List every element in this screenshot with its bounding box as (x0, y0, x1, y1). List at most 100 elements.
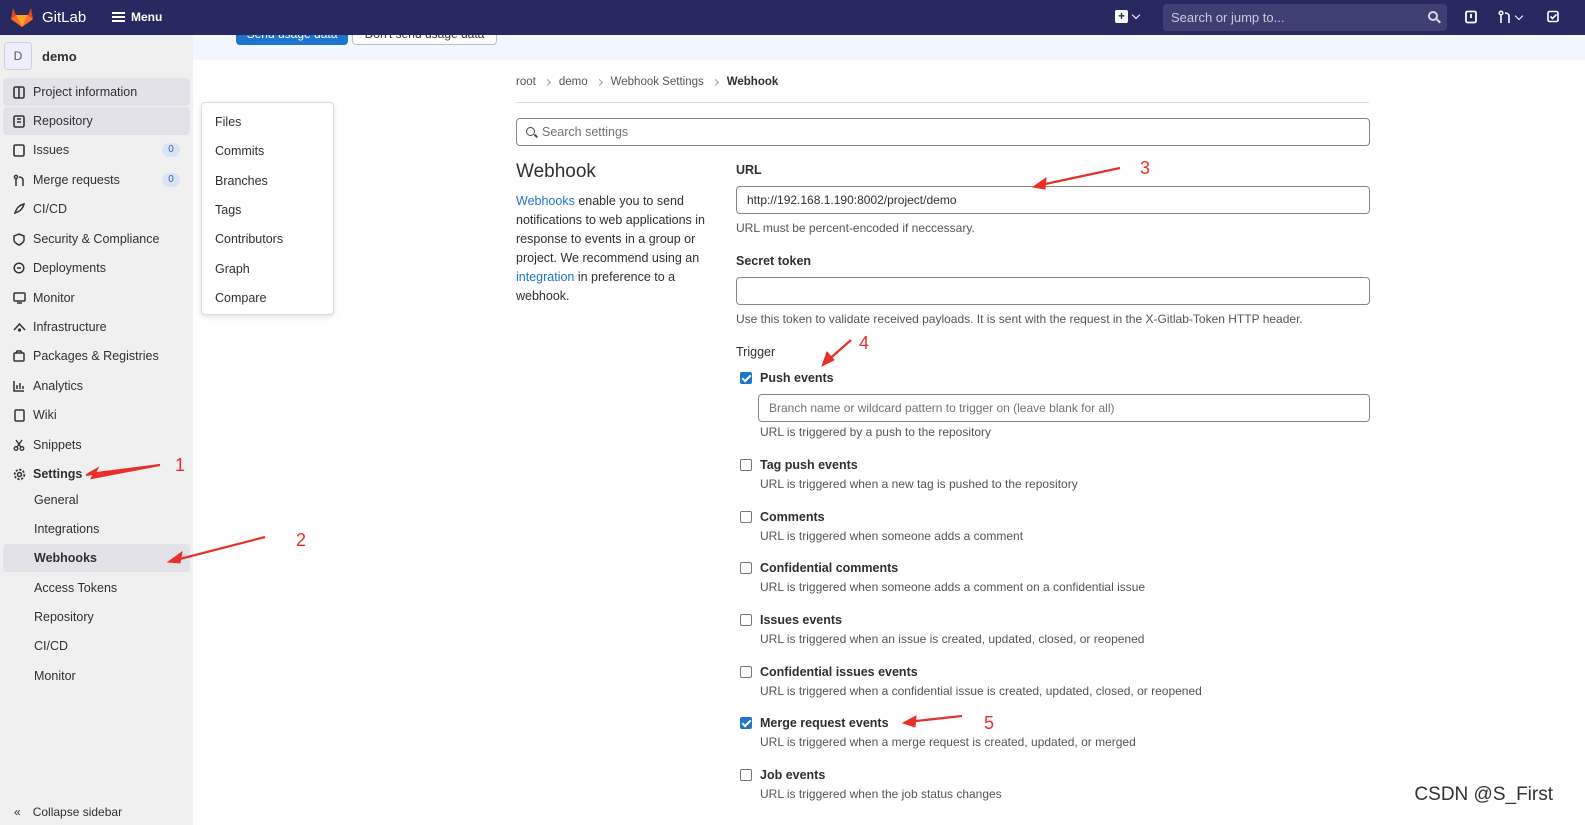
global-search-input[interactable]: Search or jump to... (1163, 4, 1447, 31)
sidebar-item-deployments[interactable]: Deployments (3, 254, 190, 282)
sidebar-item-snippets[interactable]: Snippets (3, 431, 190, 459)
search-icon (526, 127, 535, 136)
sidebar-subitem-integrations[interactable]: Integrations (3, 515, 190, 543)
send-usage-data-button[interactable]: Send usage data (236, 35, 348, 45)
chevron-down-icon (1514, 11, 1524, 20)
sidebar-item-project-information[interactable]: Project information (3, 78, 190, 106)
gitlab-brand[interactable]: GitLab (42, 9, 86, 26)
sidebar-item-analytics[interactable]: Analytics (3, 372, 190, 400)
trigger-tag-push-events[interactable]: Tag push events (740, 458, 858, 472)
sidebar-item-label: Merge requests (33, 173, 120, 187)
issues-count-badge: 0 (162, 143, 180, 157)
sidebar-item-label: Project information (33, 85, 138, 99)
sidebar-project-header[interactable]: D demo (4, 42, 77, 70)
flyout-item-graph[interactable]: Graph (202, 254, 333, 283)
menu-label: Menu (131, 10, 163, 24)
flyout-item-branches[interactable]: Branches (202, 166, 333, 195)
chevron-down-icon (1131, 10, 1141, 20)
trigger-push-events[interactable]: Push events (740, 371, 834, 385)
monitor-icon (12, 291, 26, 305)
new-dropdown-button[interactable]: + (1115, 10, 1141, 23)
annotation-number-3: 3 (1140, 158, 1151, 178)
top-navbar: GitLab Menu + Search or jump to... (0, 0, 1585, 35)
issues-events-checkbox[interactable] (740, 614, 752, 626)
todos-nav-button[interactable] (1547, 10, 1560, 23)
breadcrumb-webhook[interactable]: Webhook (727, 76, 779, 88)
gear-icon (12, 467, 26, 481)
comments-checkbox[interactable] (740, 511, 752, 523)
package-icon (12, 349, 26, 363)
secret-token-help-text: Use this token to validate received payl… (736, 312, 1303, 326)
collapse-sidebar-label: Collapse sidebar (32, 805, 123, 819)
sidebar-subitem-monitor[interactable]: Monitor (3, 662, 190, 690)
sidebar-item-merge-requests[interactable]: Merge requests 0 (3, 166, 190, 194)
sidebar-subitem-general[interactable]: General (3, 486, 190, 514)
trigger-label-text: Confidential issues events (760, 665, 918, 679)
search-icon (1428, 11, 1438, 21)
sidebar-item-label: Security & Compliance (33, 232, 160, 246)
sidebar-item-label: Deployments (33, 261, 106, 275)
double-chevron-left-icon: « (14, 805, 21, 819)
flyout-item-tags[interactable]: Tags (202, 195, 333, 224)
breadcrumb-demo[interactable]: demo (559, 76, 588, 88)
dont-send-usage-data-button[interactable]: Don't send usage data (352, 35, 497, 45)
gitlab-logo-icon[interactable] (10, 6, 34, 28)
breadcrumb: root demo Webhook Settings Webhook (516, 76, 778, 88)
confidential-comments-checkbox[interactable] (740, 562, 752, 574)
breadcrumb-webhook-settings[interactable]: Webhook Settings (611, 76, 704, 88)
trigger-help-text: URL is triggered by a push to the reposi… (760, 425, 992, 439)
push-events-checkbox[interactable] (740, 372, 752, 384)
tag-push-events-checkbox[interactable] (740, 459, 752, 471)
menu-button[interactable]: Menu (112, 10, 162, 24)
sidebar-subitem-webhooks[interactable]: Webhooks (3, 544, 190, 572)
repository-icon (12, 114, 26, 128)
webhooks-docs-link[interactable]: Webhooks (516, 194, 575, 208)
trigger-merge-request-events[interactable]: Merge request events (740, 716, 889, 730)
trigger-label-text: Comments (760, 510, 825, 524)
trigger-confidential-issues-events[interactable]: Confidential issues events (740, 665, 918, 679)
sidebar-item-cicd[interactable]: CI/CD (3, 195, 190, 223)
integration-link[interactable]: integration (516, 270, 574, 284)
sidebar-item-label: Repository (33, 114, 93, 128)
sidebar-item-settings[interactable]: Settings (3, 460, 190, 488)
annotation-number-2: 2 (296, 530, 307, 550)
flyout-item-files[interactable]: Files (202, 107, 333, 136)
url-input[interactable]: http://192.168.1.190:8002/project/demo (736, 186, 1370, 214)
sidebar-item-security[interactable]: Security & Compliance (3, 225, 190, 253)
chevron-right-icon (595, 78, 603, 86)
sidebar-item-infrastructure[interactable]: Infrastructure (3, 313, 190, 341)
sidebar-subitem-repository[interactable]: Repository (3, 603, 190, 631)
divider (516, 102, 1369, 103)
merge-request-events-checkbox[interactable] (740, 717, 752, 729)
breadcrumb-root[interactable]: root (516, 76, 536, 88)
trigger-job-events[interactable]: Job events (740, 768, 825, 782)
search-settings-input[interactable]: Search settings (516, 118, 1370, 146)
sidebar-subitem-cicd[interactable]: CI/CD (3, 632, 190, 660)
sidebar-item-wiki[interactable]: Wiki (3, 401, 190, 429)
annotation-number-4: 4 (859, 333, 870, 353)
usage-ping-banner: Send usage data Don't send usage data (193, 35, 1585, 60)
sidebar-subitem-access-tokens[interactable]: Access Tokens (3, 574, 190, 602)
job-events-checkbox[interactable] (740, 769, 752, 781)
issues-nav-button[interactable] (1464, 10, 1478, 24)
sidebar-item-repository[interactable]: Repository (3, 107, 190, 135)
sidebar-item-monitor[interactable]: Monitor (3, 284, 190, 312)
trigger-issues-events[interactable]: Issues events (740, 613, 842, 627)
secret-token-input[interactable] (736, 277, 1370, 305)
sidebar-item-label: CI/CD (33, 202, 68, 216)
repository-flyout-menu: Files Commits Branches Tags Contributors… (201, 102, 334, 315)
trigger-comments[interactable]: Comments (740, 510, 825, 524)
sidebar-item-issues[interactable]: Issues 0 (3, 136, 190, 164)
sidebar-item-packages[interactable]: Packages & Registries (3, 342, 190, 370)
trigger-confidential-comments[interactable]: Confidential comments (740, 561, 898, 575)
collapse-sidebar-button[interactable]: « Collapse sidebar (14, 805, 122, 819)
confidential-issues-events-checkbox[interactable] (740, 666, 752, 678)
flyout-item-contributors[interactable]: Contributors (202, 224, 333, 253)
merge-requests-nav-button[interactable] (1498, 10, 1524, 24)
flyout-item-commits[interactable]: Commits (202, 136, 333, 165)
branch-filter-input[interactable]: Branch name or wildcard pattern to trigg… (758, 394, 1370, 422)
book-icon (12, 408, 26, 422)
search-settings-placeholder: Search settings (542, 125, 629, 139)
flyout-item-compare[interactable]: Compare (202, 283, 333, 312)
secret-token-label: Secret token (736, 254, 812, 268)
